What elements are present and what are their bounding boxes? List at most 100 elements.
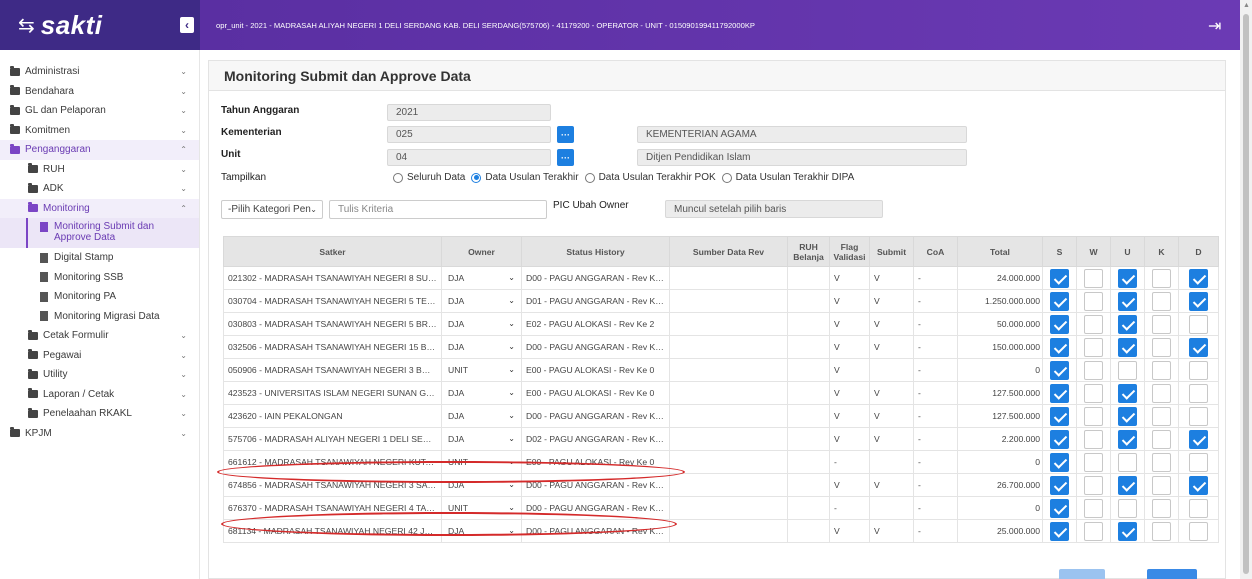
table-row[interactable]: 030704 - MADRASAH TSANAWIYAH NEGERI 5 TE… — [223, 289, 1219, 313]
page-scrollbar[interactable]: ▲ — [1240, 0, 1252, 579]
checkbox-s[interactable] — [1050, 406, 1069, 426]
checkbox-s[interactable] — [1050, 314, 1069, 334]
sidebar-item-bendahara[interactable]: Bendahara ⌄ — [0, 82, 199, 102]
checkbox-s[interactable] — [1050, 360, 1069, 380]
col-d[interactable]: D — [1178, 236, 1219, 267]
kementerian-code-field[interactable]: 025 — [387, 126, 551, 143]
owner-select[interactable]: DJA ⌄ — [441, 381, 522, 405]
sidebar-item-monitoring-migrasi[interactable]: Monitoring Migrasi Data — [0, 307, 199, 327]
col-s[interactable]: S — [1042, 236, 1077, 267]
tahun-field[interactable]: 2021 — [387, 104, 551, 121]
checkbox-u[interactable] — [1118, 337, 1137, 357]
sidebar-item-monitoring-submit[interactable]: Monitoring Submit dan Approve Data — [0, 218, 199, 248]
kategori-select[interactable]: -Pilih Kategori Pen ⌄ — [221, 200, 323, 219]
checkbox-k[interactable] — [1152, 498, 1171, 518]
checkbox-u[interactable] — [1118, 314, 1137, 334]
sidebar-item-administrasi[interactable]: Administrasi ⌄ — [0, 62, 199, 82]
col-owner[interactable]: Owner — [441, 236, 522, 267]
unit-code-field[interactable]: 04 — [387, 149, 551, 166]
unit-name-field[interactable]: Ditjen Pendidikan Islam — [637, 149, 967, 166]
checkbox-d[interactable] — [1189, 475, 1208, 495]
col-total[interactable]: Total — [957, 236, 1043, 267]
col-sumber[interactable]: Sumber Data Rev — [669, 236, 788, 267]
scroll-up-icon[interactable]: ▲ — [1243, 2, 1250, 9]
radio-seluruh-data[interactable] — [393, 172, 403, 183]
col-satker[interactable]: Satker — [223, 236, 442, 267]
checkbox-k[interactable] — [1152, 337, 1171, 357]
col-ruh[interactable]: RUH Belanja — [787, 236, 830, 267]
checkbox-w[interactable] — [1084, 291, 1103, 311]
checkbox-w[interactable] — [1084, 498, 1103, 518]
radio-data-usulan-terakhir-dipa[interactable] — [721, 172, 732, 183]
checkbox-s[interactable] — [1050, 337, 1069, 357]
checkbox-k[interactable] — [1152, 268, 1171, 288]
checkbox-u[interactable] — [1118, 475, 1137, 495]
col-submit[interactable]: Submit — [869, 236, 914, 267]
sidebar-item-gl-pelaporan[interactable]: GL dan Pelaporan ⌄ — [0, 101, 199, 121]
table-row[interactable]: 030803 - MADRASAH TSANAWIYAH NEGERI 5 BR… — [223, 312, 1219, 336]
checkbox-k[interactable] — [1152, 406, 1171, 426]
checkbox-w[interactable] — [1084, 406, 1103, 426]
table-row[interactable]: 032506 - MADRASAH TSANAWIYAH NEGERI 15 B… — [223, 335, 1219, 359]
sidebar-item-kpjm[interactable]: KPJM ⌄ — [0, 424, 199, 444]
checkbox-k[interactable] — [1152, 452, 1171, 472]
table-row[interactable]: 423620 - IAIN PEKALONGAN DJA ⌄ D00 - PAGU A… — [223, 404, 1219, 428]
checkbox-d[interactable] — [1189, 291, 1208, 311]
owner-select[interactable]: DJA ⌄ — [441, 312, 522, 336]
checkbox-s[interactable] — [1050, 291, 1069, 311]
sidebar-item-adk[interactable]: ADK ⌄ — [0, 179, 199, 199]
scrollbar-thumb[interactable] — [1243, 14, 1249, 574]
col-u[interactable]: U — [1110, 236, 1145, 267]
radio-data-usulan-terakhir[interactable] — [471, 172, 482, 183]
checkbox-k[interactable] — [1152, 314, 1171, 334]
table-row[interactable]: 423523 - UNIVERSITAS ISLAM NEGERI SUNAN … — [223, 381, 1219, 405]
checkbox-w[interactable] — [1084, 475, 1103, 495]
checkbox-w[interactable] — [1084, 383, 1103, 403]
owner-select[interactable]: DJA ⌄ — [441, 335, 522, 359]
unit-lookup-button[interactable]: ··· — [557, 149, 574, 166]
sidebar-item-ruh[interactable]: RUH ⌄ — [0, 160, 199, 180]
checkbox-d[interactable] — [1189, 452, 1208, 472]
owner-select[interactable]: DJA ⌄ — [441, 404, 522, 428]
checkbox-d[interactable] — [1189, 314, 1208, 334]
checkbox-s[interactable] — [1050, 475, 1069, 495]
checkbox-k[interactable] — [1152, 360, 1171, 380]
owner-select[interactable]: DJA ⌄ — [441, 289, 522, 313]
sidebar-item-penelaahan-rkakl[interactable]: Penelaahan RKAKL ⌄ — [0, 404, 199, 424]
checkbox-u[interactable] — [1118, 452, 1137, 472]
checkbox-w[interactable] — [1084, 337, 1103, 357]
kriteria-input[interactable]: Tulis Kriteria — [329, 200, 547, 219]
checkbox-d[interactable] — [1189, 383, 1208, 403]
partial-button[interactable] — [1147, 569, 1197, 579]
checkbox-k[interactable] — [1152, 291, 1171, 311]
sidebar-item-laporan-cetak[interactable]: Laporan / Cetak ⌄ — [0, 385, 199, 405]
checkbox-d[interactable] — [1189, 360, 1208, 380]
sidebar-item-monitoring-pa[interactable]: Monitoring PA — [0, 287, 199, 307]
checkbox-d[interactable] — [1189, 521, 1208, 541]
chevron-left-icon[interactable]: ‹ — [180, 17, 194, 33]
partial-button[interactable] — [1059, 569, 1105, 579]
sidebar-item-utility[interactable]: Utility ⌄ — [0, 365, 199, 385]
checkbox-w[interactable] — [1084, 314, 1103, 334]
sidebar-item-komitmen[interactable]: Komitmen ⌄ — [0, 121, 199, 141]
col-coa[interactable]: CoA — [913, 236, 958, 267]
checkbox-d[interactable] — [1189, 498, 1208, 518]
checkbox-s[interactable] — [1050, 268, 1069, 288]
checkbox-s[interactable] — [1050, 498, 1069, 518]
sidebar-item-monitoring-ssb[interactable]: Monitoring SSB — [0, 268, 199, 288]
checkbox-w[interactable] — [1084, 429, 1103, 449]
checkbox-d[interactable] — [1189, 406, 1208, 426]
sidebar-item-digital-stamp[interactable]: Digital Stamp — [0, 248, 199, 268]
sidebar-item-pegawai[interactable]: Pegawai ⌄ — [0, 346, 199, 366]
col-k[interactable]: K — [1144, 236, 1179, 267]
checkbox-s[interactable] — [1050, 429, 1069, 449]
checkbox-k[interactable] — [1152, 429, 1171, 449]
owner-select[interactable]: DJA ⌄ — [441, 427, 522, 451]
checkbox-k[interactable] — [1152, 383, 1171, 403]
sidebar-item-monitoring[interactable]: Monitoring ⌃ — [0, 198, 199, 218]
checkbox-s[interactable] — [1050, 521, 1069, 541]
checkbox-u[interactable] — [1118, 406, 1137, 426]
table-row[interactable]: 050906 - MADRASAH TSANAWIYAH NEGERI 3 BO… — [223, 358, 1219, 382]
kementerian-name-field[interactable]: KEMENTERIAN AGAMA — [637, 126, 967, 143]
col-status[interactable]: Status History — [521, 236, 670, 267]
